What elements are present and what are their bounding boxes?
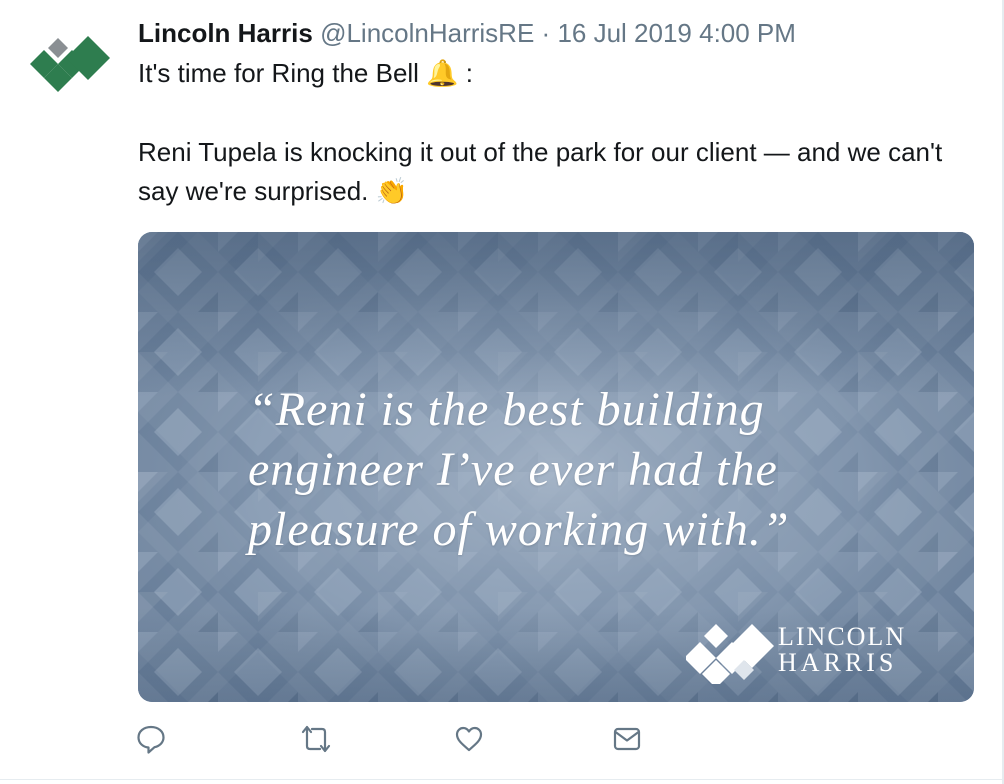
author-name[interactable]: Lincoln Harris [138,18,313,48]
author-handle[interactable]: @LincolnHarrisRE [320,18,534,48]
tweet-text-body: Reni Tupela is knocking it out of the pa… [138,137,943,206]
logo-word-harris: HARRIS [778,648,898,677]
logo-word-lincoln: LINCOLN [778,622,907,651]
quote-line: pleasure of working with.” [248,503,790,556]
lincoln-harris-logo: LINCOLN HARRIS [684,620,956,688]
heart-icon [455,726,483,752]
tweet-text-colon: : [458,58,474,88]
retweet-icon [301,725,331,753]
tweet-bottom-divider [0,779,1004,780]
tweet-content: Lincoln Harris @LincolnHarrisRE · 16 Jul… [138,16,974,212]
media-quote: “Reni is the best building engineer I’ve… [248,380,888,560]
tweet-text-intro: It's time for Ring the Bell [138,58,419,88]
retweet-button[interactable] [298,722,334,756]
tweet-timestamp[interactable]: 16 Jul 2019 4:00 PM [557,18,796,48]
clapping-hands-emoji: 👏 [375,177,408,207]
direct-message-button[interactable] [612,722,642,756]
header-separator: · [541,18,551,48]
reply-icon [137,725,165,754]
envelope-icon [613,727,641,751]
bell-emoji: 🔔 [426,59,459,89]
tweet-header: Lincoln Harris @LincolnHarrisRE · 16 Jul… [138,16,974,50]
reply-button[interactable] [136,722,166,756]
tweet-text-paragraph2: Reni Tupela is knocking it out of the pa… [138,133,974,212]
tweet-action-bar [136,722,656,758]
avatar[interactable] [28,32,112,92]
quote-line: engineer I’ve ever had the [248,443,778,496]
tweet-media-image[interactable]: “Reni is the best building engineer I’ve… [138,232,974,702]
quote-line: “Reni is the best building [248,383,765,436]
like-button[interactable] [454,722,484,756]
logo-mark [684,624,774,688]
tweet-text: It's time for Ring the Bell 🔔 : Reni Tup… [138,54,974,212]
logo-wordmark: LINCOLN HARRIS [778,624,906,676]
tweet-card: Lincoln Harris @LincolnHarrisRE · 16 Jul… [0,0,1004,784]
tweet-text-line1: It's time for Ring the Bell 🔔 : [138,54,974,94]
